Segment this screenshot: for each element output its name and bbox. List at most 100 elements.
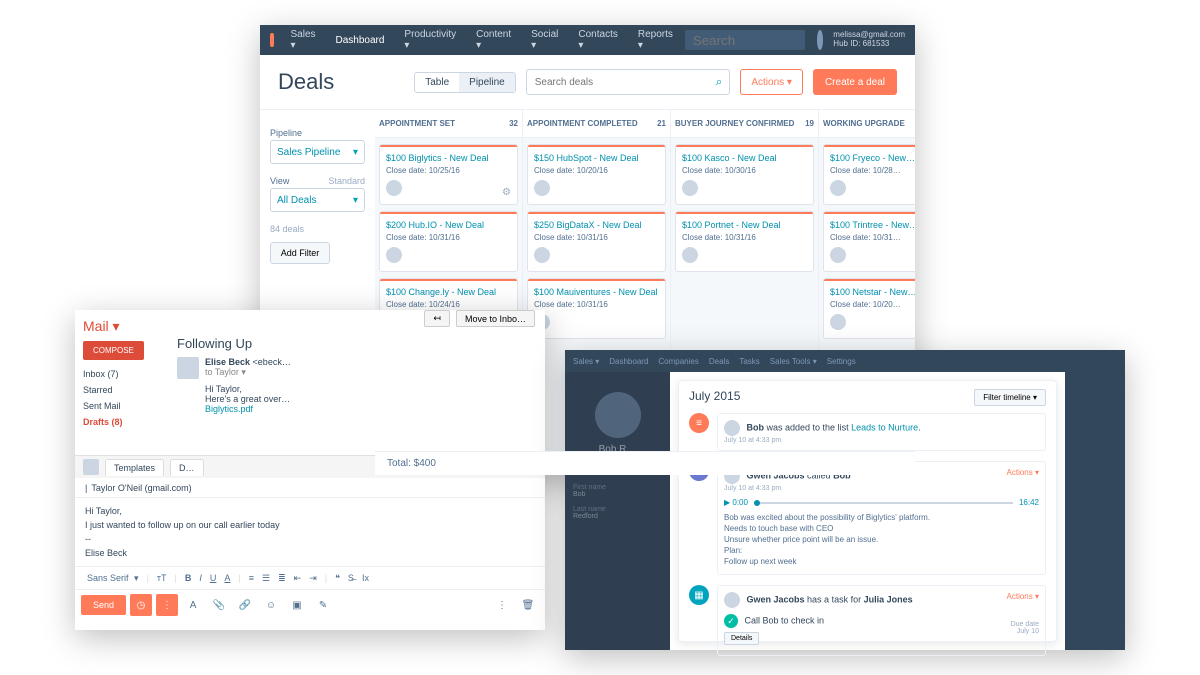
nav-productivity[interactable]: Productivity ▾ bbox=[396, 29, 464, 51]
composer-avatar bbox=[83, 459, 99, 475]
send-button[interactable]: Send bbox=[81, 595, 126, 615]
deal-card[interactable]: $150 HubSpot - New Deal Close date: 10/2… bbox=[527, 144, 666, 205]
text-color-icon[interactable]: A bbox=[221, 573, 233, 583]
emoji-icon[interactable]: ☺ bbox=[260, 594, 282, 616]
view-select[interactable]: All Deals ▾ bbox=[270, 188, 365, 212]
deal-card[interactable]: $100 Netstar - New… Close date: 10/20… bbox=[823, 278, 915, 339]
pipeline-select[interactable]: Sales Pipeline ▾ bbox=[270, 140, 365, 164]
compose-body[interactable]: Hi Taylor, I just wanted to follow up on… bbox=[75, 498, 545, 566]
folder-inbox[interactable]: Inbox (7) bbox=[83, 366, 159, 382]
deal-card[interactable]: $100 Portnet - New Deal Close date: 10/3… bbox=[675, 211, 814, 272]
global-search-input[interactable] bbox=[685, 30, 805, 50]
gear-icon[interactable]: ⚙ bbox=[502, 187, 511, 198]
compose-to-field[interactable]: Taylor O'Neil (gmail.com) bbox=[91, 483, 191, 493]
recipient-line[interactable]: to Taylor ▾ bbox=[205, 367, 291, 378]
attachment-link[interactable]: Biglytics.pdf bbox=[205, 404, 253, 414]
tab-templates[interactable]: Templates bbox=[105, 459, 164, 476]
filter-timeline-button[interactable]: Filter timeline ▾ bbox=[974, 389, 1046, 406]
attach-icon[interactable]: 📎 bbox=[208, 594, 230, 616]
timeline-window: Sales ▾ Dashboard Companies Deals Tasks … bbox=[565, 350, 1125, 650]
play-icon[interactable]: ▶ 0:00 bbox=[724, 498, 748, 507]
toggle-pipeline[interactable]: Pipeline bbox=[459, 73, 515, 92]
actions-button[interactable]: Actions ▾ bbox=[740, 69, 803, 95]
font-size-icon[interactable]: тT bbox=[154, 573, 170, 583]
details-button[interactable]: Details bbox=[724, 632, 759, 645]
link-icon[interactable]: 🔗 bbox=[234, 594, 256, 616]
schedule-icon[interactable]: ◷ bbox=[130, 594, 152, 616]
deal-search-input[interactable] bbox=[526, 69, 731, 95]
entry-avatar bbox=[724, 420, 740, 436]
folder-drafts[interactable]: Drafts (8) bbox=[83, 414, 159, 430]
nav-content[interactable]: Content ▾ bbox=[468, 29, 519, 51]
list-ul-icon[interactable]: ≣ bbox=[275, 573, 289, 584]
user-avatar[interactable] bbox=[817, 30, 823, 50]
nav-social[interactable]: Social ▾ bbox=[523, 29, 566, 51]
clear-format-icon[interactable]: Ix bbox=[359, 573, 372, 583]
audio-scrubber[interactable]: ▶ 0:00 16:42 bbox=[724, 498, 1039, 507]
deal-card[interactable]: $100 Biglytics - New Deal Close date: 10… bbox=[379, 144, 518, 205]
signature-icon[interactable]: ✎ bbox=[312, 594, 334, 616]
bold-icon[interactable]: B bbox=[182, 573, 195, 583]
list-ol-icon[interactable]: ☰ bbox=[259, 573, 273, 584]
owner-avatar bbox=[386, 247, 402, 263]
deal-title: $100 Change.ly - New Deal bbox=[386, 287, 511, 297]
deal-card[interactable]: $200 Hub.IO - New Deal Close date: 10/31… bbox=[379, 211, 518, 272]
mail-brand[interactable]: Mail ▾ bbox=[83, 318, 159, 335]
list-link[interactable]: Leads to Nurture bbox=[851, 422, 918, 432]
back-button[interactable]: ↤ bbox=[424, 310, 450, 327]
nav-contacts[interactable]: Contacts ▾ bbox=[570, 29, 625, 51]
tl-nav-settings[interactable]: Settings bbox=[827, 357, 856, 366]
e3-whom: Julia Jones bbox=[864, 594, 913, 604]
deal-card[interactable]: $250 BigDataX - New Deal Close date: 10/… bbox=[527, 211, 666, 272]
discard-icon[interactable]: 🗑 bbox=[517, 594, 539, 616]
tl-nav-tools[interactable]: Sales Tools ▾ bbox=[770, 357, 817, 366]
due-date: July 10 bbox=[1011, 628, 1039, 635]
e2-meta: July 10 at 4:33 pm bbox=[724, 485, 1039, 492]
font-select[interactable]: Sans Serif ▾ bbox=[81, 573, 142, 584]
entry-actions[interactable]: Actions ▾ bbox=[1007, 468, 1039, 477]
quote-icon[interactable]: ❝ bbox=[332, 573, 343, 584]
compose-sig-1: -- bbox=[85, 534, 535, 544]
create-deal-button[interactable]: Create a deal bbox=[813, 69, 897, 95]
image-icon[interactable]: ▣ bbox=[286, 594, 308, 616]
tl-nav-tasks[interactable]: Tasks bbox=[739, 357, 759, 366]
folder-starred[interactable]: Starred bbox=[83, 382, 159, 398]
top-nav: Sales ▾ Dashboard Productivity ▾ Content… bbox=[260, 25, 915, 55]
owner-avatar bbox=[682, 247, 698, 263]
deal-card[interactable]: $100 Mauiventures - New Deal Close date:… bbox=[527, 278, 666, 339]
underline-icon[interactable]: U bbox=[207, 573, 220, 583]
sequences-icon[interactable]: ⋮ bbox=[156, 594, 178, 616]
check-icon[interactable]: ✓ bbox=[724, 614, 738, 628]
view-toggle[interactable]: Table Pipeline bbox=[414, 72, 516, 93]
tl-nav-dashboard[interactable]: Dashboard bbox=[609, 357, 648, 366]
outdent-icon[interactable]: ⇥ bbox=[306, 573, 320, 584]
nav-brand[interactable]: Sales ▾ bbox=[282, 29, 323, 51]
tl-nav-brand[interactable]: Sales ▾ bbox=[573, 357, 599, 366]
scrubber-bar[interactable] bbox=[754, 502, 1013, 504]
more-icon[interactable]: ⋮ bbox=[491, 594, 513, 616]
deal-card[interactable]: $100 Fryeco - New… Close date: 10/28… bbox=[823, 144, 915, 205]
body-line-2: Here's a great over… bbox=[205, 394, 291, 404]
nav-dashboard[interactable]: Dashboard bbox=[328, 35, 393, 46]
align-icon[interactable]: ≡ bbox=[246, 573, 257, 583]
compose-button[interactable]: COMPOSE bbox=[83, 341, 144, 360]
e1-verb: was added to the list bbox=[764, 422, 851, 432]
indent-icon[interactable]: ⇤ bbox=[291, 573, 305, 584]
pipeline-label: Pipeline bbox=[270, 128, 365, 138]
tl-nav-deals[interactable]: Deals bbox=[709, 357, 729, 366]
move-button[interactable]: Move to Inbo… bbox=[456, 310, 535, 327]
compose-area: Templates D… | Taylor O'Neil (gmail.com)… bbox=[75, 455, 545, 620]
strike-icon[interactable]: S̶ bbox=[345, 573, 357, 583]
folder-sent[interactable]: Sent Mail bbox=[83, 398, 159, 414]
deal-card[interactable]: $100 Kasco - New Deal Close date: 10/30/… bbox=[675, 144, 814, 205]
italic-icon[interactable]: I bbox=[196, 573, 205, 583]
entry-actions[interactable]: Actions ▾ bbox=[1007, 592, 1039, 601]
e3-who: Gwen Jacobs bbox=[747, 594, 805, 604]
text-format-icon[interactable]: A bbox=[182, 594, 204, 616]
tl-nav-companies[interactable]: Companies bbox=[658, 357, 698, 366]
tab-documents[interactable]: D… bbox=[170, 459, 204, 476]
toggle-table[interactable]: Table bbox=[415, 73, 459, 92]
deal-card[interactable]: $100 Trintree - New… Close date: 10/31… bbox=[823, 211, 915, 272]
add-filter-button[interactable]: Add Filter bbox=[270, 242, 330, 264]
nav-reports[interactable]: Reports ▾ bbox=[630, 29, 681, 51]
